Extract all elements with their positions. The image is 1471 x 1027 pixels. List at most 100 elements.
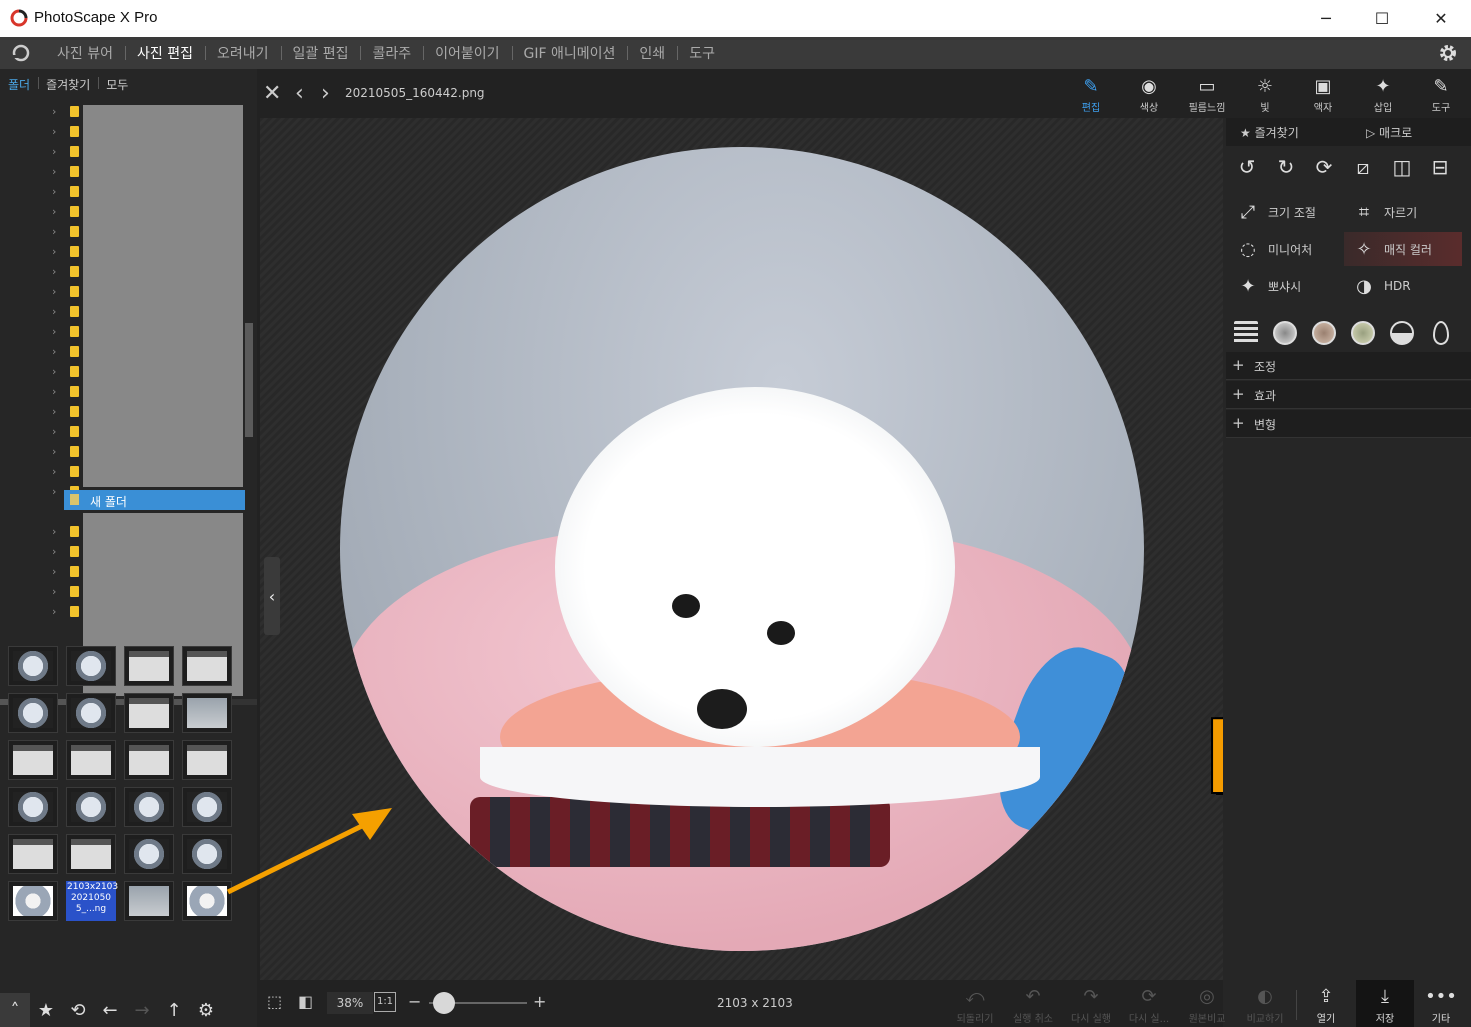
grid-toggle-icon[interactable]: ⬚ <box>267 992 287 1012</box>
expand-chevron-icon[interactable]: › <box>52 405 56 418</box>
expand-chevron-icon[interactable]: › <box>52 185 56 198</box>
compare-button[interactable]: ◐ 비교하기 <box>1236 980 1294 1027</box>
expand-chevron-icon[interactable]: › <box>52 425 56 438</box>
menu-batch-edit[interactable]: 일괄 편집 <box>280 43 361 63</box>
resize-button[interactable]: ⤢ 크기 조절 <box>1228 195 1338 229</box>
expand-chevron-icon[interactable]: › <box>52 445 56 458</box>
actual-size-button[interactable]: 1:1 <box>374 992 396 1012</box>
thumbnail[interactable] <box>66 740 116 780</box>
undo-button[interactable]: ↶ 실행 취소 <box>1004 980 1062 1027</box>
expand-chevron-icon[interactable]: › <box>52 385 56 398</box>
tab-favorites[interactable]: 즐겨찾기 <box>38 76 98 93</box>
expand-chevron-icon[interactable]: › <box>52 325 56 338</box>
magic-color-button[interactable]: ✧ 매직 컬러 <box>1344 232 1462 266</box>
thumbnail[interactable] <box>182 693 232 733</box>
thumbnail[interactable] <box>8 646 58 686</box>
hdr-button[interactable]: ◑ HDR <box>1344 269 1454 303</box>
revert-button[interactable]: ⤺ 되돌리기 <box>946 980 1004 1027</box>
tool-tab-frame[interactable]: ▣ 액자 <box>1293 69 1353 118</box>
auto-level-icon[interactable] <box>1273 321 1297 345</box>
menu-cut-out[interactable]: 오려내기 <box>204 43 281 63</box>
minimize-button[interactable]: ─ <box>1298 0 1354 37</box>
open-button[interactable]: ⇪ 열기 <box>1297 980 1355 1027</box>
refresh-icon[interactable]: ⟲ <box>62 993 94 1027</box>
favorites-toggle[interactable]: ★ 즐겨찾기 <box>1240 124 1299 141</box>
settings-gear-icon[interactable] <box>1437 42 1459 64</box>
more-button[interactable]: ••• 기타 <box>1412 980 1470 1027</box>
thumbnail[interactable] <box>124 834 174 874</box>
menu-print[interactable]: 인쇄 <box>627 43 677 63</box>
previous-image-icon[interactable]: ‹ <box>295 81 304 106</box>
tool-tab-film[interactable]: ▭ 필름느낌 <box>1177 69 1237 118</box>
tool-tab-insert[interactable]: ✦ 삽입 <box>1353 69 1413 118</box>
thumbnail[interactable] <box>66 646 116 686</box>
thumbnail[interactable] <box>124 693 174 733</box>
thumbnail[interactable] <box>8 834 58 874</box>
zoom-level[interactable]: 38% <box>327 992 373 1014</box>
up-arrow-icon[interactable]: ↑ <box>158 993 190 1027</box>
thumbnail[interactable] <box>66 834 116 874</box>
expand-chevron-icon[interactable]: › <box>52 465 56 478</box>
expand-chevron-icon[interactable]: › <box>52 125 56 138</box>
browser-settings-icon[interactable]: ⚙ <box>190 993 222 1027</box>
zoom-in-icon[interactable]: + <box>533 992 553 1012</box>
crop-button[interactable]: ⌗ 자르기 <box>1344 195 1454 229</box>
tool-tab-light[interactable]: ☼ 빛 <box>1235 69 1295 118</box>
thumbnail[interactable] <box>8 787 58 827</box>
zoom-slider-handle[interactable] <box>433 992 455 1014</box>
thumbnail[interactable] <box>66 693 116 733</box>
back-arrow-icon[interactable]: ← <box>94 993 126 1027</box>
collapse-panel-icon[interactable]: ‹ <box>264 557 280 635</box>
next-image-icon[interactable]: › <box>321 81 330 106</box>
tab-folders[interactable]: 폴더 <box>0 76 38 93</box>
expand-chevron-icon[interactable]: › <box>52 245 56 258</box>
thumbnail[interactable] <box>124 740 174 780</box>
redo-all-button[interactable]: ⟳ 다시 실... <box>1120 980 1178 1027</box>
menu-tools[interactable]: 도구 <box>677 43 727 63</box>
maximize-button[interactable]: ☐ <box>1354 0 1410 37</box>
expand-chevron-icon[interactable]: › <box>52 225 56 238</box>
rotate-right-icon[interactable]: ↻ <box>1273 154 1299 180</box>
menu-photo-editor[interactable]: 사진 편집 <box>124 43 205 63</box>
expand-chevron-icon[interactable]: › <box>52 105 56 118</box>
flip-vertical-icon[interactable]: ⊟ <box>1427 154 1453 180</box>
expand-chevron-icon[interactable]: › <box>52 285 56 298</box>
tool-tab-color[interactable]: ◉ 색상 <box>1119 69 1179 118</box>
flip-horizontal-icon[interactable]: ◫ <box>1389 154 1415 180</box>
menu-combine[interactable]: 이어붙이기 <box>423 43 511 63</box>
forward-arrow-icon[interactable]: → <box>126 993 158 1027</box>
expand-chevron-icon[interactable]: › <box>52 305 56 318</box>
tab-all[interactable]: 모두 <box>98 76 136 93</box>
thumbnail[interactable] <box>182 740 232 780</box>
close-button[interactable]: ✕ <box>1413 0 1469 37</box>
expand-chevron-icon[interactable]: › <box>52 145 56 158</box>
expand-chevron-icon[interactable]: › <box>52 525 56 538</box>
thumbnail[interactable] <box>124 646 174 686</box>
home-icon[interactable] <box>10 43 32 63</box>
dehaze-icon[interactable] <box>1390 321 1414 345</box>
redo-button[interactable]: ↷ 다시 실행 <box>1062 980 1120 1027</box>
menu-collage[interactable]: 콜라주 <box>360 43 423 63</box>
macro-toggle[interactable]: ▷ 매크로 <box>1366 124 1412 141</box>
thumbnail[interactable] <box>124 787 174 827</box>
auto-color-icon[interactable] <box>1312 321 1336 345</box>
save-button[interactable]: ⤓ 저장 <box>1356 980 1414 1027</box>
section-adjust[interactable]: + 조정 <box>1226 352 1471 380</box>
before-after-icon[interactable]: ◧ <box>298 992 318 1012</box>
thumbnail[interactable] <box>8 740 58 780</box>
thumbnail[interactable] <box>182 646 232 686</box>
selected-thumbnail[interactable]: 2103x2103 2021050 5_...ng <box>66 881 118 921</box>
rotate-left-icon[interactable]: ↺ <box>1234 154 1260 180</box>
thumbnail[interactable] <box>8 693 58 733</box>
expand-chevron-icon[interactable]: › <box>52 545 56 558</box>
thumbnail[interactable] <box>66 787 116 827</box>
thumbnail[interactable] <box>8 881 58 921</box>
section-effects[interactable]: + 효과 <box>1226 381 1471 409</box>
bloom-button[interactable]: ✦ 뽀샤시 <box>1228 269 1338 303</box>
thumbnail[interactable] <box>124 881 174 921</box>
auto-contrast-icon[interactable] <box>1351 321 1375 345</box>
expand-chevron-icon[interactable]: › <box>52 485 56 498</box>
close-file-icon[interactable]: ✕ <box>263 81 281 106</box>
zoom-out-icon[interactable]: − <box>408 992 428 1012</box>
favorite-star-icon[interactable]: ★ <box>30 993 62 1027</box>
